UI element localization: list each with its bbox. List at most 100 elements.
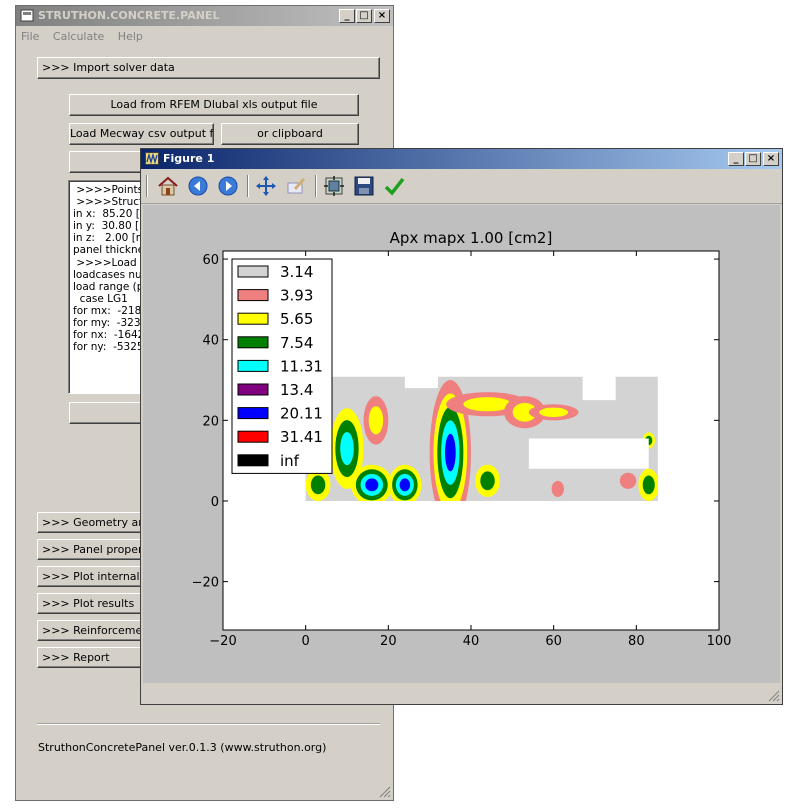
legend-label: 7.54 bbox=[280, 334, 313, 352]
back-icon[interactable] bbox=[185, 174, 211, 198]
legend-swatch bbox=[237, 383, 269, 396]
hidden-action-button[interactable] bbox=[69, 151, 149, 173]
x-tick-label: 60 bbox=[545, 634, 562, 649]
y-tick-label: 60 bbox=[202, 253, 219, 268]
y-tick-label: 20 bbox=[202, 414, 219, 429]
toolbar-separator bbox=[315, 175, 317, 197]
figure-resize-grip[interactable] bbox=[768, 690, 780, 702]
geometry-section-button[interactable]: >>> Geometry and bbox=[37, 512, 157, 533]
log-line: case LG1 bbox=[73, 292, 128, 305]
main-titlebar[interactable]: STRUTHON.CONCRETE.PANEL _ □ × bbox=[16, 6, 393, 26]
figure-titlebar[interactable]: Figure 1 _ □ × bbox=[141, 149, 782, 169]
legend-label: 5.65 bbox=[280, 310, 313, 328]
version-label: StruthonConcretePanel ver.0.1.3 (www.str… bbox=[38, 741, 327, 754]
legend-swatch bbox=[237, 336, 269, 349]
plot-internal-forces-button[interactable]: >>> Plot internal fo bbox=[37, 566, 157, 587]
plot-results-button[interactable]: >>> Plot results bbox=[37, 593, 157, 614]
reinforcement-region bbox=[463, 397, 512, 412]
legend-swatch bbox=[237, 407, 269, 420]
zoom-icon[interactable] bbox=[283, 174, 309, 198]
figure-window-title: Figure 1 bbox=[163, 152, 215, 165]
toolbar-separator bbox=[146, 175, 148, 197]
legend-swatch bbox=[237, 312, 269, 325]
log-line: >>>>Load d bbox=[73, 256, 147, 269]
subplots-icon[interactable] bbox=[321, 174, 347, 198]
legend-label: 11.31 bbox=[280, 357, 323, 375]
pan-icon[interactable] bbox=[253, 174, 279, 198]
log-line: loadcases nu bbox=[73, 268, 142, 281]
log-line: in x: 85.20 [r bbox=[73, 208, 145, 221]
chart-title: Apx mapx 1.00 [cm2] bbox=[390, 229, 553, 247]
legend-swatch bbox=[237, 265, 269, 278]
close-button[interactable]: × bbox=[374, 9, 390, 23]
menu-calculate[interactable]: Calculate bbox=[48, 28, 109, 46]
legend-label: 31.41 bbox=[280, 428, 323, 446]
x-tick-label: 80 bbox=[628, 634, 645, 649]
reinforcement-region bbox=[340, 431, 354, 466]
load-rfem-button[interactable]: Load from RFEM Dlubal xls output file bbox=[69, 94, 359, 116]
figure-toolbar bbox=[141, 169, 782, 204]
save-icon[interactable] bbox=[351, 174, 377, 198]
hidden-action-button-2[interactable] bbox=[69, 402, 149, 424]
legend-label: 3.93 bbox=[280, 287, 313, 305]
legend-swatch bbox=[237, 289, 269, 302]
y-tick-label: −20 bbox=[192, 576, 219, 591]
legend-swatch bbox=[237, 430, 269, 443]
forward-icon[interactable] bbox=[215, 174, 241, 198]
log-line: for ny: -5325 bbox=[73, 341, 144, 354]
figure-minimize-button[interactable]: _ bbox=[728, 152, 744, 166]
reinforcement-button[interactable]: >>> Reinforcement bbox=[37, 620, 157, 641]
menu-bar: File Calculate Help bbox=[16, 28, 393, 46]
load-clipboard-button[interactable]: or clipboard bbox=[221, 123, 359, 145]
plot-canvas[interactable]: Apx mapx 1.00 [cm2] −20 0 20 40 60 80 100 60 40 20… bbox=[143, 205, 780, 683]
log-line: in z: 2.00 [m bbox=[73, 232, 147, 245]
x-tick-label: 40 bbox=[463, 634, 480, 649]
x-tick-label: 0 bbox=[302, 634, 310, 649]
maximize-button[interactable]: □ bbox=[356, 9, 372, 23]
app-icon bbox=[20, 9, 34, 22]
reinforcement-region bbox=[480, 471, 495, 491]
log-line: for mx: -218 bbox=[73, 304, 142, 317]
load-mecway-button[interactable]: Load Mecway csv output file bbox=[69, 123, 214, 145]
reinforcement-region bbox=[310, 475, 326, 495]
y-tick-label: 0 bbox=[211, 495, 219, 510]
log-output-box[interactable]: >>>>Points >>>>Structu in x: 85.20 [r in y… bbox=[68, 180, 148, 394]
log-line: for my: -323 bbox=[73, 317, 141, 330]
legend-label: 20.11 bbox=[280, 405, 323, 423]
import-solver-data-button[interactable]: >>> Import solver data bbox=[37, 57, 380, 79]
log-line: panel thickne bbox=[73, 244, 145, 257]
resize-grip[interactable] bbox=[379, 786, 391, 798]
log-line: for nx: -1642 bbox=[73, 329, 145, 342]
log-line: load range (p bbox=[73, 280, 144, 293]
reinforcement-region bbox=[642, 475, 655, 495]
log-line: >>>>Points bbox=[73, 184, 144, 196]
x-tick-label: 100 bbox=[707, 634, 732, 649]
figure-maximize-button[interactable]: □ bbox=[745, 152, 761, 166]
toolbar-separator bbox=[247, 175, 249, 197]
menu-file[interactable]: File bbox=[16, 28, 44, 46]
log-line: >>>>Structu bbox=[73, 196, 148, 209]
legend-swatch bbox=[237, 454, 269, 467]
legend-label: 3.14 bbox=[280, 263, 313, 281]
reinforcement-region bbox=[444, 433, 456, 472]
figure-close-button[interactable]: × bbox=[763, 152, 779, 166]
check-icon[interactable] bbox=[381, 174, 407, 198]
home-icon[interactable] bbox=[155, 174, 181, 198]
panel-opening bbox=[528, 438, 649, 469]
menu-help[interactable]: Help bbox=[113, 28, 148, 46]
report-button[interactable]: >>> Report bbox=[37, 647, 157, 668]
legend-label: 13.4 bbox=[280, 381, 313, 399]
reinforcement-region bbox=[539, 407, 569, 417]
panel-properties-button[interactable]: >>> Panel propertie bbox=[37, 539, 157, 560]
x-tick-label: 20 bbox=[380, 634, 397, 649]
reinforcement-region bbox=[551, 480, 564, 497]
minimize-button[interactable]: _ bbox=[339, 9, 355, 23]
figure-window: Figure 1 _ □ × Apx mapx 1.00 [cm2] −20 0… bbox=[140, 148, 783, 705]
main-window-controls: _ □ × bbox=[338, 9, 390, 23]
figure-window-controls: _ □ × bbox=[727, 152, 779, 166]
reinforcement-region bbox=[619, 472, 637, 489]
heatmap-chart[interactable]: Apx mapx 1.00 [cm2] −20 0 20 40 60 80 100 60 40 20… bbox=[143, 205, 780, 683]
main-window-title: STRUTHON.CONCRETE.PANEL bbox=[38, 9, 220, 22]
separator bbox=[37, 723, 380, 725]
reinforcement-region bbox=[365, 478, 379, 492]
